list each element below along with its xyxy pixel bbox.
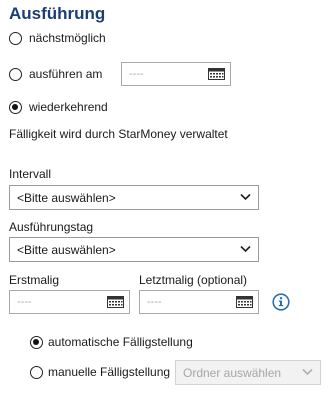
- execution-day-select-value: <Bitte auswählen>: [17, 243, 116, 257]
- section-title: Ausführung: [9, 4, 106, 23]
- info-icon[interactable]: [272, 293, 290, 311]
- last-date-label: Letztmalig (optional): [139, 273, 248, 287]
- interval-select-value: <Bitte auswählen>: [17, 191, 116, 205]
- execute-on-label[interactable]: ausführen am: [29, 67, 102, 81]
- execution-day-select[interactable]: <Bitte auswählen>: [9, 237, 259, 262]
- chevron-down-icon: [302, 368, 313, 376]
- calendar-icon[interactable]: [208, 68, 225, 80]
- last-date-placeholder: ----: [147, 296, 162, 308]
- execute-on-date-field[interactable]: ----: [121, 62, 231, 86]
- interval-select[interactable]: <Bitte auswählen>: [9, 185, 259, 210]
- manual-due-radio[interactable]: [30, 366, 43, 379]
- execution-day-label: Ausführungstag: [9, 220, 94, 234]
- asap-label[interactable]: nächstmöglich: [29, 31, 106, 45]
- manual-due-label[interactable]: manuelle Fälligstellung: [48, 365, 170, 379]
- recurring-info-text: Fälligkeit wird durch StarMoney verwalte…: [9, 127, 228, 141]
- asap-radio[interactable]: [9, 32, 22, 45]
- interval-label: Intervall: [9, 167, 52, 181]
- auto-due-label[interactable]: automatische Fälligstellung: [48, 335, 193, 349]
- execution-panel: Ausführung nächstmöglich ausführen am --…: [0, 0, 328, 394]
- recurring-label[interactable]: wiederkehrend: [29, 100, 108, 114]
- folder-select-value: Ordner auswählen: [183, 366, 282, 380]
- chevron-down-icon: [240, 245, 251, 253]
- auto-due-radio[interactable]: [30, 336, 43, 349]
- chevron-down-icon: [240, 193, 251, 201]
- calendar-icon[interactable]: [107, 296, 124, 308]
- first-date-label: Erstmalig: [9, 273, 60, 287]
- folder-select[interactable]: Ordner auswählen: [175, 360, 321, 385]
- recurring-radio[interactable]: [9, 101, 22, 114]
- first-date-field[interactable]: ----: [9, 290, 130, 314]
- execute-on-radio[interactable]: [9, 68, 22, 81]
- first-date-placeholder: ----: [17, 296, 32, 308]
- execute-on-date-placeholder: ----: [129, 68, 144, 80]
- last-date-field[interactable]: ----: [139, 290, 259, 314]
- calendar-icon[interactable]: [236, 296, 253, 308]
